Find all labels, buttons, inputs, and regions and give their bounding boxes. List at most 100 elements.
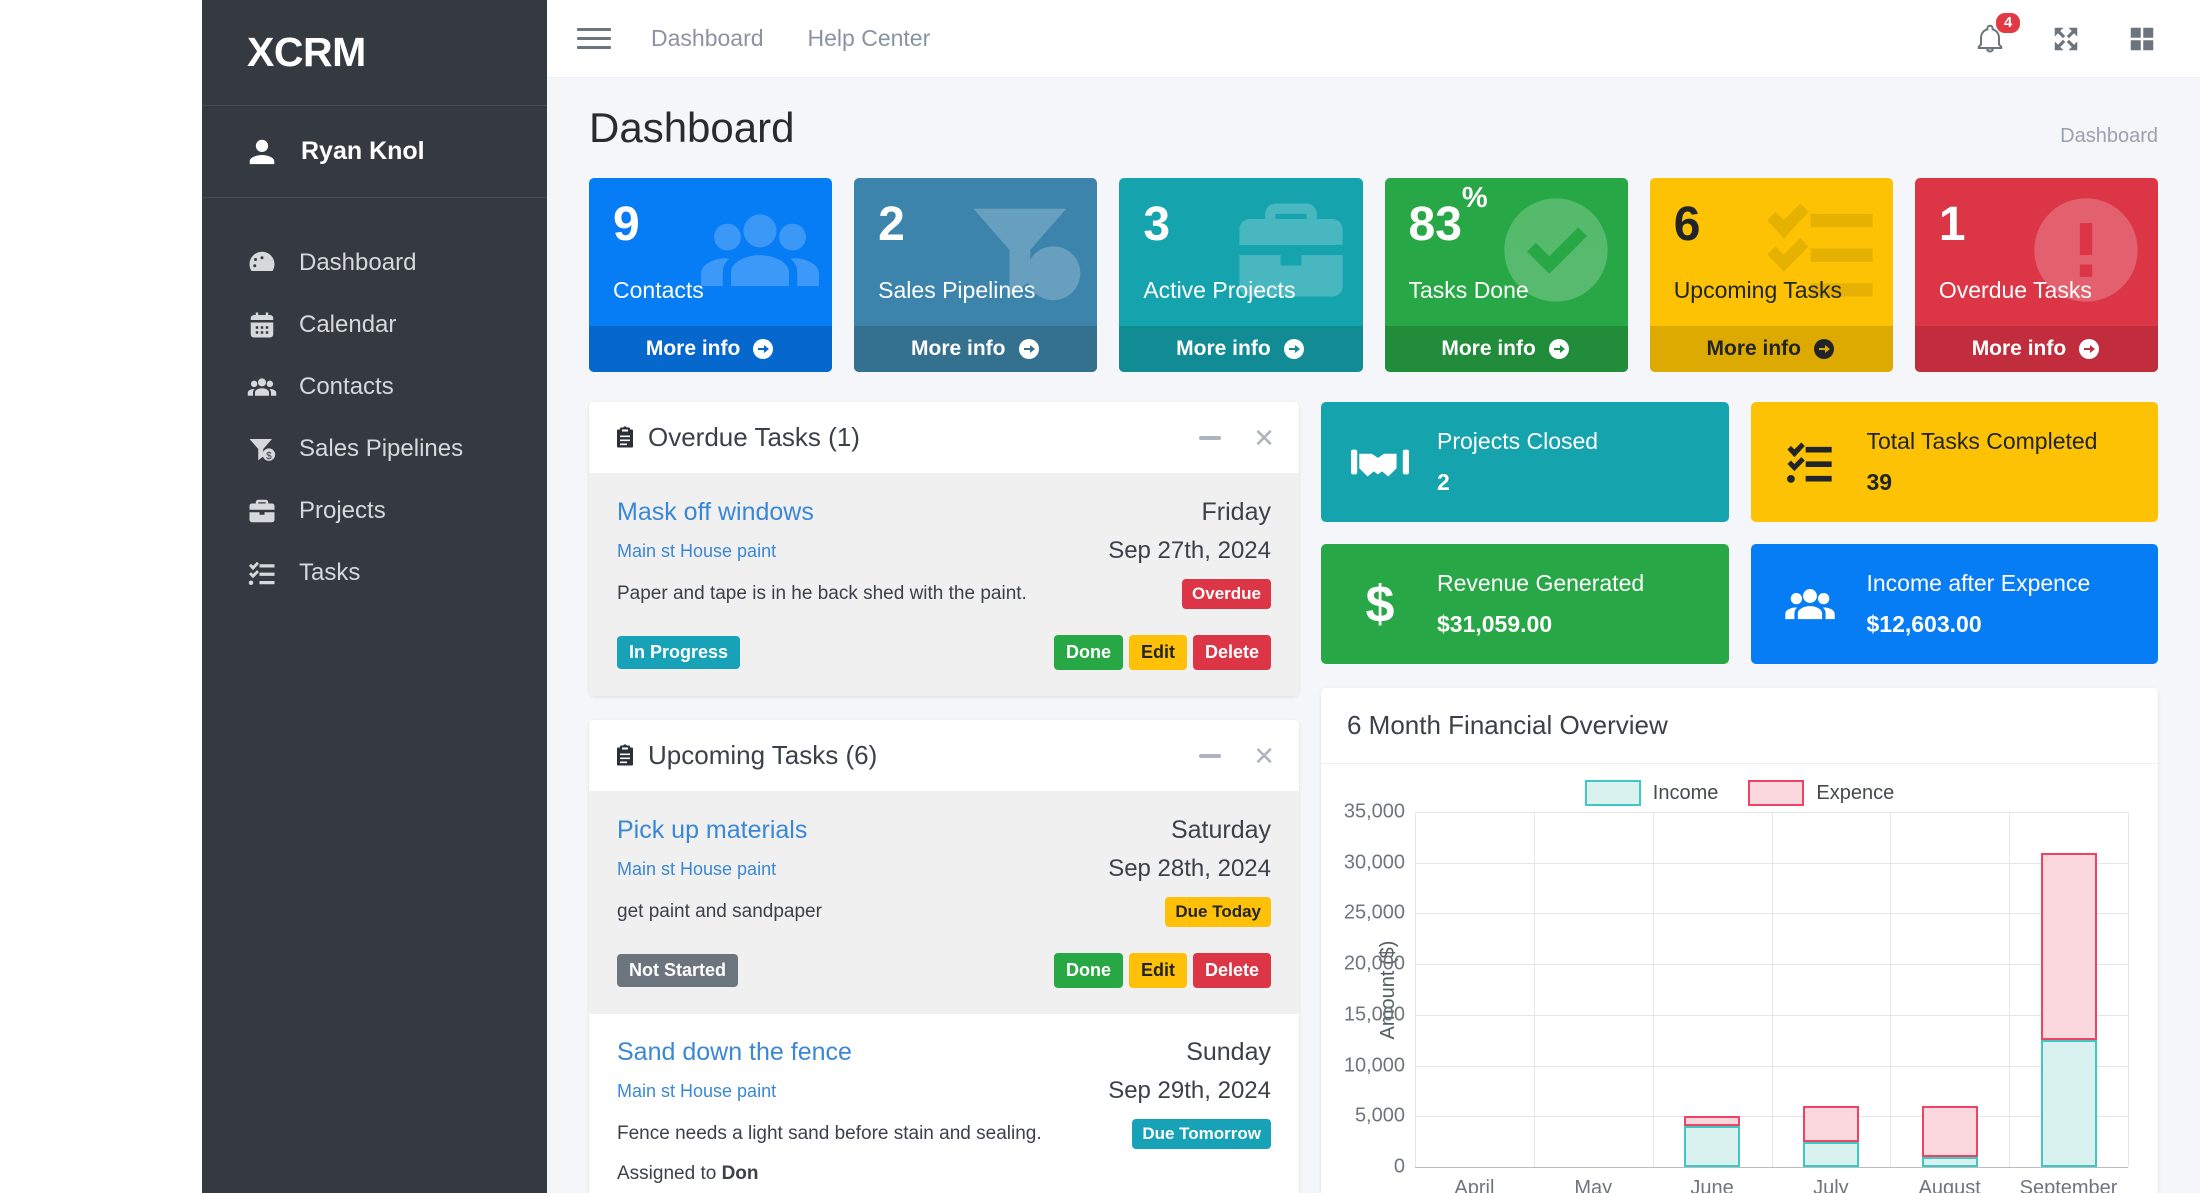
financial-overview-chart-panel: 6 Month Financial Overview Income Expenc… (1321, 688, 2158, 1193)
fullscreen-expand-icon[interactable] (2050, 23, 2082, 55)
user-profile[interactable]: Ryan Knol (202, 105, 547, 198)
task-title[interactable]: Pick up materials (617, 816, 807, 845)
edit-button[interactable]: Edit (1129, 953, 1187, 988)
info-card-projects-closed[interactable]: Projects Closed 2 (1321, 402, 1729, 522)
topnav-link-dashboard[interactable]: Dashboard (651, 25, 764, 52)
minimize-icon[interactable] (1199, 754, 1221, 758)
task-row-mid: Main st House paint Sep 29th, 2024 (617, 1077, 1271, 1105)
info-card-text: Total Tasks Completed 39 (1867, 428, 2098, 496)
info-card-text: Income after Expence $12,603.00 (1867, 570, 2091, 638)
task-row-top: Sand down the fence Sunday (617, 1038, 1271, 1067)
info-card-value: $31,059.00 (1437, 611, 1644, 638)
more-info-button[interactable]: More info (1915, 326, 2158, 372)
done-button[interactable]: Done (1054, 635, 1123, 670)
info-cards-grid: Projects Closed 2 Total Tasks Completed … (1321, 402, 2158, 664)
task-project-link[interactable]: Main st House paint (617, 1081, 776, 1102)
legend-item-income[interactable]: Income (1585, 780, 1719, 806)
chart-bar-column[interactable] (2009, 812, 2128, 1167)
chart-bar-column[interactable] (1415, 812, 1534, 1167)
more-info-button[interactable]: More info (854, 326, 1097, 372)
arrow-circle-right-icon (1282, 337, 1306, 361)
arrow-circle-right-icon (2077, 337, 2101, 361)
sidebar-item-calendar[interactable]: Calendar (202, 294, 547, 356)
tasks-icon (247, 558, 277, 588)
info-card-revenue-generated[interactable]: $ Revenue Generated $31,059.00 (1321, 544, 1729, 664)
close-icon[interactable]: ✕ (1253, 425, 1275, 451)
stat-card-upcoming-tasks[interactable]: 6 Upcoming Tasks More info (1650, 178, 1893, 372)
task-title[interactable]: Mask off windows (617, 498, 814, 527)
sidebar-item-label: Projects (299, 497, 386, 525)
sidebar-item-label: Calendar (299, 311, 396, 339)
clipboard-icon (613, 424, 637, 451)
stat-card-overdue-tasks[interactable]: 1 Overdue Tasks More info (1915, 178, 2158, 372)
info-card-total-tasks-completed[interactable]: Total Tasks Completed 39 (1751, 402, 2159, 522)
task-description: get paint and sandpaper (617, 901, 822, 923)
sidebar-item-tasks[interactable]: Tasks (202, 542, 547, 604)
arrow-circle-right-icon (1017, 337, 1041, 361)
chart-x-tick: June (1653, 1177, 1772, 1193)
chart-x-tick: May (1534, 1177, 1653, 1193)
task-project-link[interactable]: Main st House paint (617, 541, 776, 562)
brand-logo[interactable]: XCRM (202, 0, 547, 105)
delete-button[interactable]: Delete (1193, 635, 1271, 670)
sidebar-item-dashboard[interactable]: Dashboard (202, 232, 547, 294)
chart-bar-segment (1803, 1106, 1859, 1142)
stat-cards-row: 9 Contacts More info 2 Sales Pipeli (589, 178, 2158, 372)
more-info-button[interactable]: More info (589, 326, 832, 372)
chart-y-tick: 25,000 (1344, 902, 1405, 925)
notifications-bell-icon[interactable]: 4 (1974, 23, 2006, 55)
done-button[interactable]: Done (1054, 953, 1123, 988)
task-assignee: Assigned to Don (617, 1163, 1271, 1185)
close-icon[interactable]: ✕ (1253, 743, 1275, 769)
assignee-name: Don (722, 1163, 759, 1184)
chart-bar-column[interactable] (1534, 812, 1653, 1167)
chart-bar-column[interactable] (1890, 812, 2009, 1167)
app-viewport: XCRM Ryan Knol Dashboard Calendar (0, 0, 2200, 1193)
task-project-link[interactable]: Main st House paint (617, 859, 776, 880)
info-card-value: 39 (1867, 469, 2098, 496)
stat-card-sales-pipelines[interactable]: 2 Sales Pipelines More info (854, 178, 1097, 372)
chart-y-tick: 10,000 (1344, 1054, 1405, 1077)
info-card-title: Total Tasks Completed (1867, 428, 2098, 455)
sidebar-item-contacts[interactable]: Contacts (202, 356, 547, 418)
stat-card-body: 2 Sales Pipelines (854, 178, 1097, 326)
task-title[interactable]: Sand down the fence (617, 1038, 852, 1067)
more-info-button[interactable]: More info (1385, 326, 1628, 372)
chart-bar-segment (1922, 1157, 1978, 1167)
stat-card-active-projects[interactable]: 3 Active Projects More info (1119, 178, 1362, 372)
due-status-badge: Due Tomorrow (1132, 1119, 1271, 1149)
sidebar-item-projects[interactable]: Projects (202, 480, 547, 542)
stat-value: 9 (613, 200, 808, 249)
chart-body: Income Expence Amount ($) 05,00010,00015… (1321, 764, 2158, 1193)
stat-card-tasks-done[interactable]: 83% Tasks Done More info (1385, 178, 1628, 372)
minimize-icon[interactable] (1199, 436, 1221, 440)
brand-name: XCRM (247, 29, 366, 76)
more-info-button[interactable]: More info (1119, 326, 1362, 372)
info-card-income-after-expence[interactable]: Income after Expence $12,603.00 (1751, 544, 2159, 664)
chart-bar-segment (1803, 1142, 1859, 1167)
task-actions: Not Started Done Edit Delete (617, 953, 1271, 988)
info-card-text: Revenue Generated $31,059.00 (1437, 570, 1644, 638)
chart-bar-column[interactable] (1653, 812, 1772, 1167)
more-info-button[interactable]: More info (1650, 326, 1893, 372)
stat-card-body: 3 Active Projects (1119, 178, 1362, 326)
topnav-link-help-center[interactable]: Help Center (808, 25, 931, 52)
info-card-title: Revenue Generated (1437, 570, 1644, 597)
stat-card-contacts[interactable]: 9 Contacts More info (589, 178, 832, 372)
arrow-circle-right-icon (1812, 337, 1836, 361)
delete-button[interactable]: Delete (1193, 953, 1271, 988)
chart-bar-column[interactable] (1771, 812, 1890, 1167)
chart-x-tick: September (2009, 1177, 2128, 1193)
edit-button[interactable]: Edit (1129, 635, 1187, 670)
hamburger-menu-icon[interactable] (577, 22, 611, 56)
info-card-value: $12,603.00 (1867, 611, 2091, 638)
apps-grid-icon[interactable] (2126, 23, 2158, 55)
legend-item-expence[interactable]: Expence (1748, 780, 1894, 806)
upcoming-tasks-panel: Upcoming Tasks (6) ✕ Pick up materials S… (589, 720, 1299, 1193)
tasks-icon (1779, 436, 1841, 488)
summary-column: Projects Closed 2 Total Tasks Completed … (1321, 402, 2158, 1193)
task-day: Friday (1202, 498, 1271, 527)
sidebar-item-sales-pipelines[interactable]: $ Sales Pipelines (202, 418, 547, 480)
chart-bars (1415, 812, 2128, 1167)
chart-bar-segment (2041, 1040, 2097, 1167)
